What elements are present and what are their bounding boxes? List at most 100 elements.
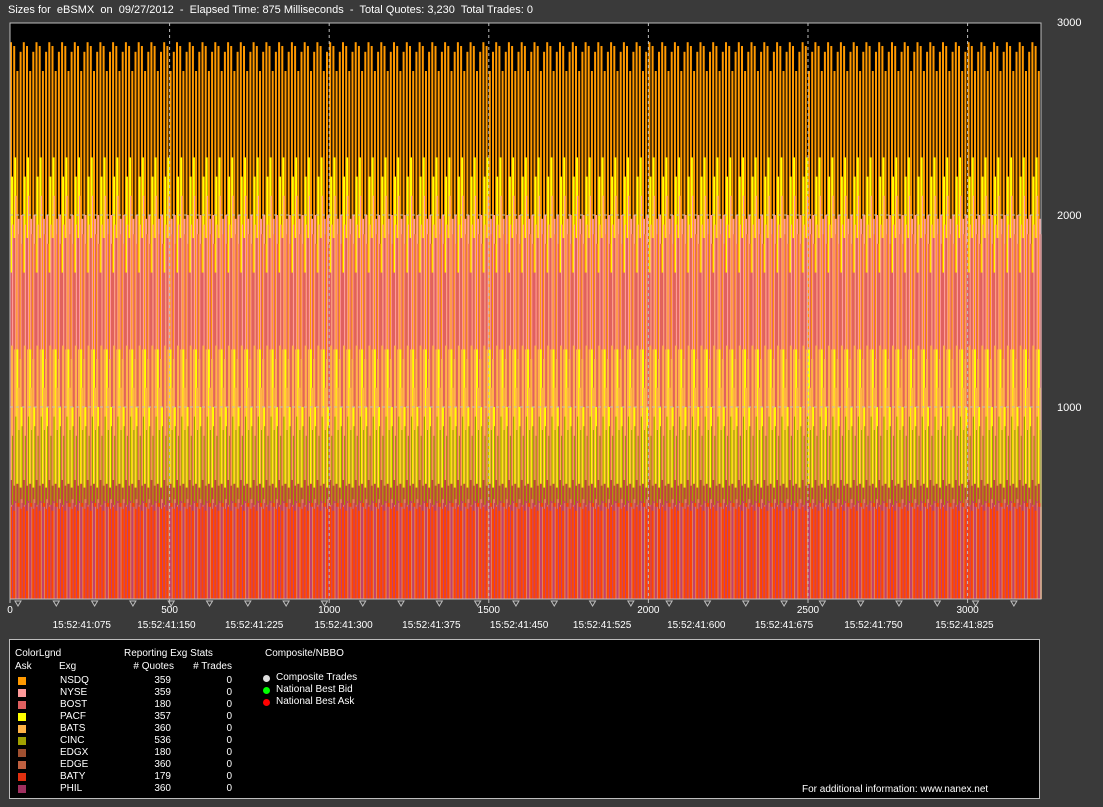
bar-baty (788, 506, 791, 599)
bar-baty (929, 506, 932, 599)
bar-phil (616, 506, 619, 599)
bar-baty (559, 506, 561, 599)
bar-baty (814, 506, 817, 599)
time-tick-marker (358, 600, 367, 607)
bar-baty (89, 510, 92, 599)
bar-baty (22, 506, 25, 599)
bar-baty (102, 510, 105, 599)
bar-phil (412, 506, 415, 599)
bar-phil (29, 506, 32, 599)
bar-baty (702, 510, 705, 599)
bar-baty (868, 510, 871, 599)
bar-baty (686, 506, 689, 599)
bar-baty (223, 508, 226, 599)
bar-phil (131, 506, 134, 599)
bar-baty (651, 510, 654, 599)
bar-baty (1015, 508, 1018, 599)
legend-trades: 0 (226, 783, 232, 794)
bar-baty (115, 510, 118, 599)
bar-baty (364, 508, 367, 599)
bar-baty (48, 506, 51, 599)
bar-baty (734, 508, 737, 599)
bar-baty (265, 506, 268, 599)
bar-baty (619, 508, 622, 599)
bar-baty (201, 506, 204, 599)
time-label: 15:52:41:300 (314, 620, 373, 631)
bar-baty (396, 510, 399, 599)
bar-baty (530, 508, 533, 599)
legend-exg-name: BATS (60, 723, 86, 734)
time-tick-marker (818, 600, 827, 607)
time-tick-marker (512, 600, 520, 607)
bar-baty (319, 510, 322, 599)
bar-baty (428, 508, 431, 599)
bar-phil (603, 506, 606, 599)
legend-swatch (18, 713, 26, 721)
legend-exg-name: CINC (60, 735, 85, 746)
bar-phil (922, 506, 925, 599)
bar-baty (843, 510, 846, 599)
legend-swatch (18, 725, 26, 733)
legend-exg-name: NSDQ (60, 675, 89, 686)
time-tick-marker (282, 600, 291, 607)
bar-baty (804, 510, 807, 599)
bar-baty (753, 510, 756, 599)
bar-baty (504, 508, 507, 599)
bar-baty (86, 506, 89, 599)
bar-baty (555, 508, 558, 599)
bar-baty (415, 508, 418, 599)
bar-phil (718, 506, 721, 599)
bar-baty (801, 506, 804, 599)
legend-exg-name: BOST (60, 699, 88, 710)
y-tick-label: 1000 (1057, 402, 1081, 414)
legend-trades: 0 (226, 735, 232, 746)
bar-baty (274, 508, 277, 599)
bar-baty (766, 510, 769, 599)
bar-baty (498, 510, 501, 599)
bar-baty (239, 506, 242, 599)
bar-baty (670, 508, 673, 599)
bar-baty (153, 510, 156, 599)
bar-baty (725, 506, 727, 599)
bar-baty (124, 506, 127, 599)
bar-baty (109, 508, 111, 599)
bar-phil (527, 506, 530, 599)
time-label: 15:52:41:450 (490, 620, 549, 631)
bar-phil (297, 506, 300, 599)
bar-baty (300, 508, 303, 599)
bar-baty (954, 506, 957, 599)
bar-baty (1009, 510, 1012, 599)
bar-baty (140, 510, 143, 599)
bar-phil (271, 506, 274, 599)
bar-baty (878, 506, 881, 599)
bar-baty (546, 506, 549, 599)
bar-phil (195, 506, 198, 599)
bar-baty (875, 508, 877, 599)
bar-baty (581, 508, 584, 599)
bar-baty (517, 508, 520, 599)
legend-panel: ColorLgnd Ask Exg Reporting Exg Stats # … (9, 639, 1040, 799)
bar-phil (425, 506, 427, 599)
bar-baty (188, 506, 191, 599)
bar-baty (64, 510, 67, 599)
bar-phil (948, 506, 951, 599)
bar-baty (951, 508, 954, 599)
bar-baty (792, 510, 794, 599)
bar-baty (763, 506, 766, 599)
composite-dot (263, 687, 270, 694)
legend-trades: 0 (226, 747, 232, 758)
bar-baty (677, 510, 680, 599)
time-label: 15:52:41:600 (667, 620, 726, 631)
bar-baty (568, 508, 571, 599)
time-tick-marker (895, 600, 903, 607)
bar-phil (284, 506, 287, 599)
bar-baty (13, 510, 16, 599)
bar-baty (977, 508, 980, 599)
time-tick-marker (703, 600, 712, 607)
bar-baty (370, 510, 373, 599)
bar-phil (859, 506, 862, 599)
bar-phil (731, 506, 734, 599)
time-tick-marker (52, 600, 61, 607)
bar-baty (447, 510, 450, 599)
bar-baty (405, 506, 408, 599)
